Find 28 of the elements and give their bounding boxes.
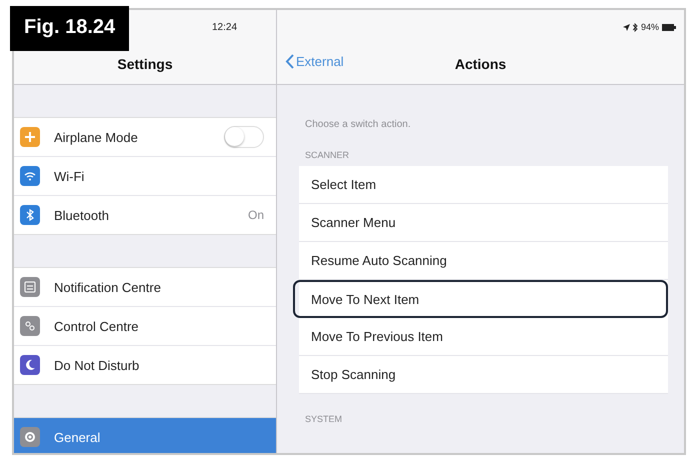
settings-label: General	[54, 430, 102, 444]
action-row[interactable]: Move To Next Item	[293, 280, 668, 318]
chevron-left-icon	[285, 54, 294, 69]
settings-label: Airplane Mode	[54, 130, 139, 144]
settings-row[interactable]: General	[14, 418, 276, 453]
page-title: Actions	[454, 56, 506, 72]
settings-label: Notification Centre	[54, 280, 162, 294]
settings-label: Do Not Disturb	[54, 358, 140, 372]
action-row[interactable]: Resume Auto Scanning	[299, 242, 668, 280]
action-row[interactable]: Move To Previous Item	[299, 318, 668, 356]
settings-label: Bluetooth	[54, 208, 110, 222]
setting-value: On	[248, 208, 264, 222]
sidebar-title: Settings	[117, 56, 173, 72]
action-row[interactable]: Scanner Menu	[299, 204, 668, 242]
toggle-switch[interactable]	[224, 126, 264, 148]
description-text: Choose a switch action.	[305, 119, 412, 130]
battery-icon	[662, 24, 676, 30]
battery-percentage: 94%	[640, 22, 659, 32]
settings-label: Wi-Fi	[54, 168, 86, 184]
action-row[interactable]: Select Item	[299, 166, 668, 204]
bluetooth-icon	[632, 22, 638, 32]
location-icon	[622, 24, 630, 30]
section-header: SCANNER	[305, 150, 350, 160]
status-time: 12:24	[212, 22, 238, 32]
figure-label: Fig. 18.24	[10, 6, 130, 51]
section-header: SYSTEM	[305, 414, 344, 424]
action-row[interactable]: Stop Scanning	[299, 356, 668, 394]
settings-label: Control Centre	[54, 318, 140, 334]
